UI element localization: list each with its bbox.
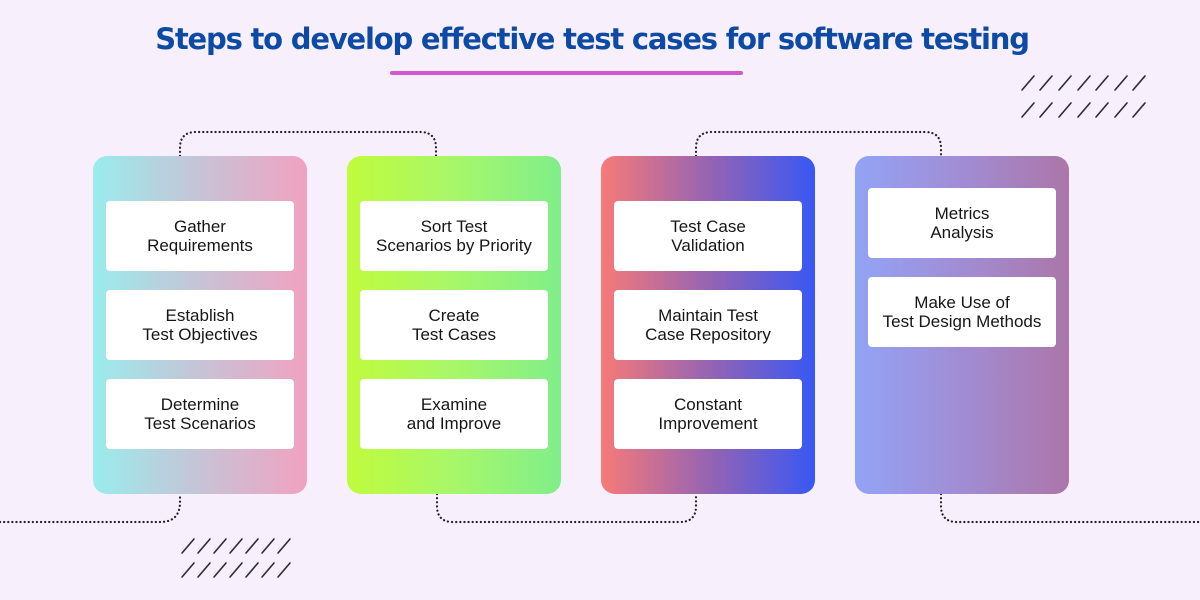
step-group-2: Sort Test Scenarios by Priority Create T…: [347, 156, 561, 494]
step-group-3: Test Case Validation Maintain Test Case …: [601, 156, 815, 494]
step-card: Make Use of Test Design Methods: [868, 277, 1056, 347]
step-group-4: Metrics Analysis Make Use of Test Design…: [855, 156, 1069, 494]
step-group-1: Gather Requirements Establish Test Objec…: [93, 156, 307, 494]
step-card: Constant Improvement: [614, 379, 802, 449]
connector-start: [0, 492, 182, 524]
step-card: Sort Test Scenarios by Priority: [360, 201, 548, 271]
step-card: Establish Test Objectives: [106, 290, 294, 360]
step-card: Determine Test Scenarios: [106, 379, 294, 449]
connector-col3-col4: [694, 130, 943, 158]
step-card: Create Test Cases: [360, 290, 548, 360]
connector-col1-col2: [178, 130, 438, 158]
step-card: Examine and Improve: [360, 379, 548, 449]
connector-end: [939, 492, 1200, 524]
step-card: Test Case Validation: [614, 201, 802, 271]
step-card: Metrics Analysis: [868, 188, 1056, 258]
step-card: Maintain Test Case Repository: [614, 290, 802, 360]
step-card: Gather Requirements: [106, 201, 294, 271]
connector-col2-col3: [435, 492, 698, 524]
